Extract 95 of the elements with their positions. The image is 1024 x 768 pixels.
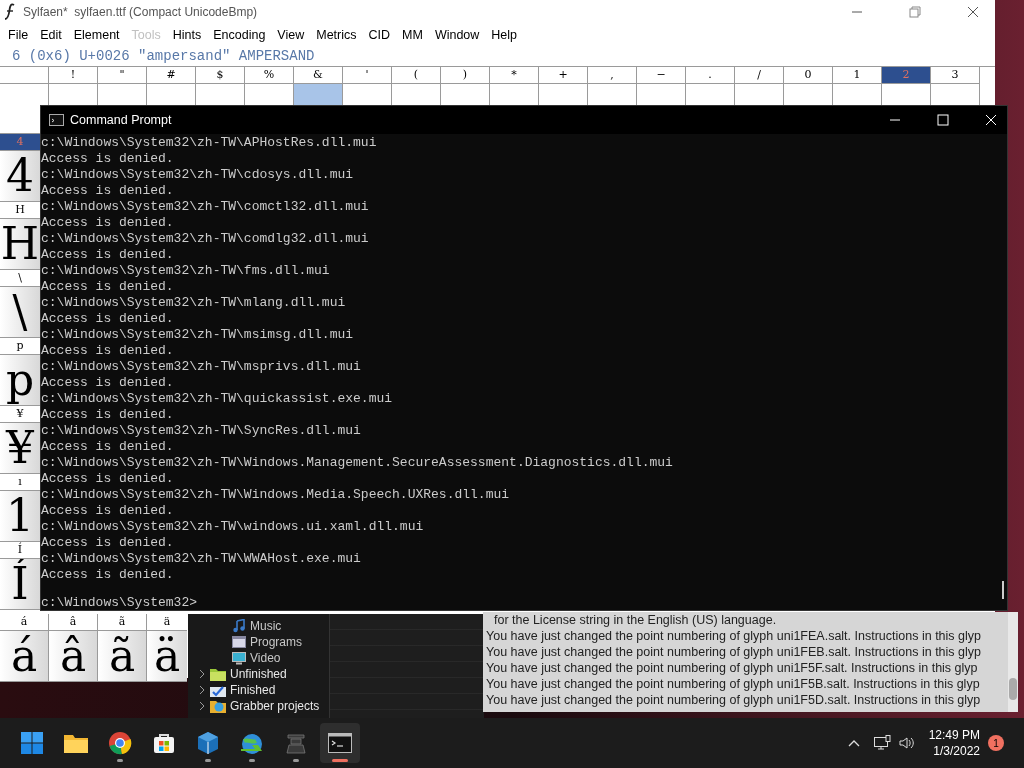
console-line: Access is denied. [41, 439, 175, 455]
log-line: You have just changed the point numbering of glyph uni1FEB.salt. Instructions in this glyp [486, 644, 982, 660]
console-line: c:\Windows\System32\zh-TW\comdlg32.dll.mui [41, 231, 370, 247]
glyph-header[interactable]: ! [49, 67, 97, 84]
anvil-icon [285, 731, 307, 755]
tree-item[interactable]: Grabber projects [230, 697, 320, 715]
glyph-header[interactable]: & [294, 67, 342, 84]
glyph-header[interactable]: 0 [784, 67, 832, 84]
taskbar-app[interactable] [320, 723, 360, 763]
menu-item[interactable]: View [271, 25, 311, 45]
menu-item[interactable]: MM [396, 25, 429, 45]
globe-folder-icon [210, 699, 226, 713]
console-line: Access is denied. [41, 311, 175, 327]
glyph-info: 6 (0x6) U+0026 "ampersand" AMPERSAND [12, 46, 315, 66]
menu-item[interactable]: Metrics [310, 25, 363, 45]
console-line: Access is denied. [41, 343, 175, 359]
tree-item[interactable]: Programs [250, 633, 302, 651]
glyph-header[interactable]: * [490, 67, 538, 84]
console-line: c:\Windows\System32\zh-TW\mlang.dll.mui [41, 295, 347, 311]
menu-item[interactable]: CID [362, 25, 397, 45]
folder-icon [63, 732, 89, 754]
terminal-icon [328, 733, 352, 753]
console-prompt[interactable]: c:\Windows\System32> [41, 595, 999, 611]
log-line: You have just changed the point numbering of glyph uni1F5B.salt. Instructions in this glyp [486, 676, 981, 692]
store-bag-icon [152, 731, 176, 755]
cube-icon [197, 731, 219, 755]
console-line: Access is denied. [41, 151, 175, 167]
maximize-icon[interactable] [937, 114, 949, 126]
console-line: Access is denied. [41, 471, 175, 487]
log-line: for the License string in the English (US) language. [493, 612, 778, 628]
menu-item[interactable]: Hints [166, 25, 208, 45]
log-line: You have just changed the point numbering of glyph uni1F5D.salt. Instructions in this glyp [486, 692, 982, 708]
menu-item[interactable]: Edit [34, 25, 68, 45]
network-icon[interactable] [873, 735, 891, 751]
console-line: c:\Windows\System32\zh-TW\comctl32.dll.mui [41, 199, 370, 215]
console-line: c:\Windows\System32\zh-TW\fms.dll.mui [41, 263, 331, 279]
glyph-header[interactable]: 3 [931, 67, 979, 84]
console-line: Access is denied. [41, 183, 175, 199]
glyph-header[interactable]: ' [343, 67, 391, 84]
window-title: Command Prompt [70, 111, 172, 129]
clock-date[interactable]: 1/3/2022 [933, 743, 980, 759]
console-line: c:\Windows\System32\zh-TW\windows.ui.xaml.dll.mui [41, 519, 425, 535]
music-note-icon [232, 619, 246, 633]
menu-item[interactable]: File [2, 25, 35, 45]
console-line: c:\Windows\System32\zh-TW\quickassist.exe.mui [41, 391, 394, 407]
folder-icon [210, 667, 226, 681]
clock-time[interactable]: 12:49 PM [928, 727, 980, 743]
menu-item[interactable]: Encoding [207, 25, 272, 45]
browser-icon [108, 731, 132, 755]
console-icon [49, 114, 64, 126]
console-line: Access is denied. [41, 407, 175, 423]
console-line: c:\Windows\System32\zh-TW\Windows.Media.Speech.UXRes.dll.mui [41, 487, 511, 503]
glyph-header[interactable]: / [735, 67, 783, 84]
console-line: Access is denied. [41, 503, 175, 519]
glyph-header[interactable]: # [147, 67, 195, 84]
window-icon [232, 636, 246, 648]
glyph-header[interactable]: " [98, 67, 146, 84]
glyph-header[interactable]: % [245, 67, 293, 84]
glyph-header[interactable]: ) [441, 67, 489, 84]
console-line: c:\Windows\System32\zh-TW\msimsg.dll.mui [41, 327, 355, 343]
close-icon[interactable] [967, 6, 979, 18]
glyph-header[interactable]: 1 [833, 67, 881, 84]
console-line: c:\Windows\System32\zh-TW\APHostRes.dll.mui [41, 135, 378, 151]
windows-logo-icon [20, 731, 44, 755]
chevron-up-icon[interactable] [847, 739, 860, 747]
console-line: c:\Windows\System32\zh-TW\Windows.Management.SecureAssessment.Diagnostics.dll.mui [41, 455, 674, 471]
console-line: Access is denied. [41, 215, 175, 231]
console-line: c:\Windows\System32\zh-TW\SyncRes.dll.mui [41, 423, 362, 439]
console-line: Access is denied. [41, 567, 175, 583]
log-line: You have just changed the point numbering of glyph uni1FEA.salt. Instructions in this glyp [486, 628, 982, 644]
console-line: c:\Windows\System32\zh-TW\cdosys.dll.mui [41, 167, 355, 183]
console-line: Access is denied. [41, 279, 175, 295]
glyph-header[interactable]: $ [196, 67, 244, 84]
console-line: Access is denied. [41, 247, 175, 263]
monitor-icon [232, 651, 246, 665]
tree-item[interactable]: Finished [230, 681, 276, 699]
menu-item[interactable]: Element [67, 25, 126, 45]
selected-glyph-cell[interactable] [294, 84, 342, 105]
menu-item[interactable]: Window [428, 25, 486, 45]
script-f-icon [4, 3, 16, 21]
menu-item[interactable]: Help [485, 25, 524, 45]
speaker-icon[interactable] [898, 736, 915, 750]
glyph-preview[interactable]: H [0, 219, 40, 269]
tree-item[interactable]: Video [250, 649, 281, 667]
window-title: Sylfaen* sylfaen.ttf (Compact UnicodeBmp) [23, 4, 258, 21]
console-line: Access is denied. [41, 375, 175, 391]
glyph-header[interactable]: ( [392, 67, 440, 84]
console-line: c:\Windows\System32\zh-TW\msprivs.dll.mui [41, 359, 362, 375]
tree-item[interactable]: Music [250, 617, 282, 635]
log-line: You have just changed the point numbering of glyph uni1F5F.salt. Instructions in this glyp [486, 660, 979, 676]
console-line: c:\Windows\System32\zh-TW\WWAHost.exe.mui [41, 551, 362, 567]
console-line: Access is denied. [41, 535, 175, 551]
scrollbar[interactable] [1008, 612, 1018, 712]
notification-badge[interactable]: 1 [988, 735, 1004, 751]
tree-item[interactable]: Unfinished [230, 665, 287, 683]
